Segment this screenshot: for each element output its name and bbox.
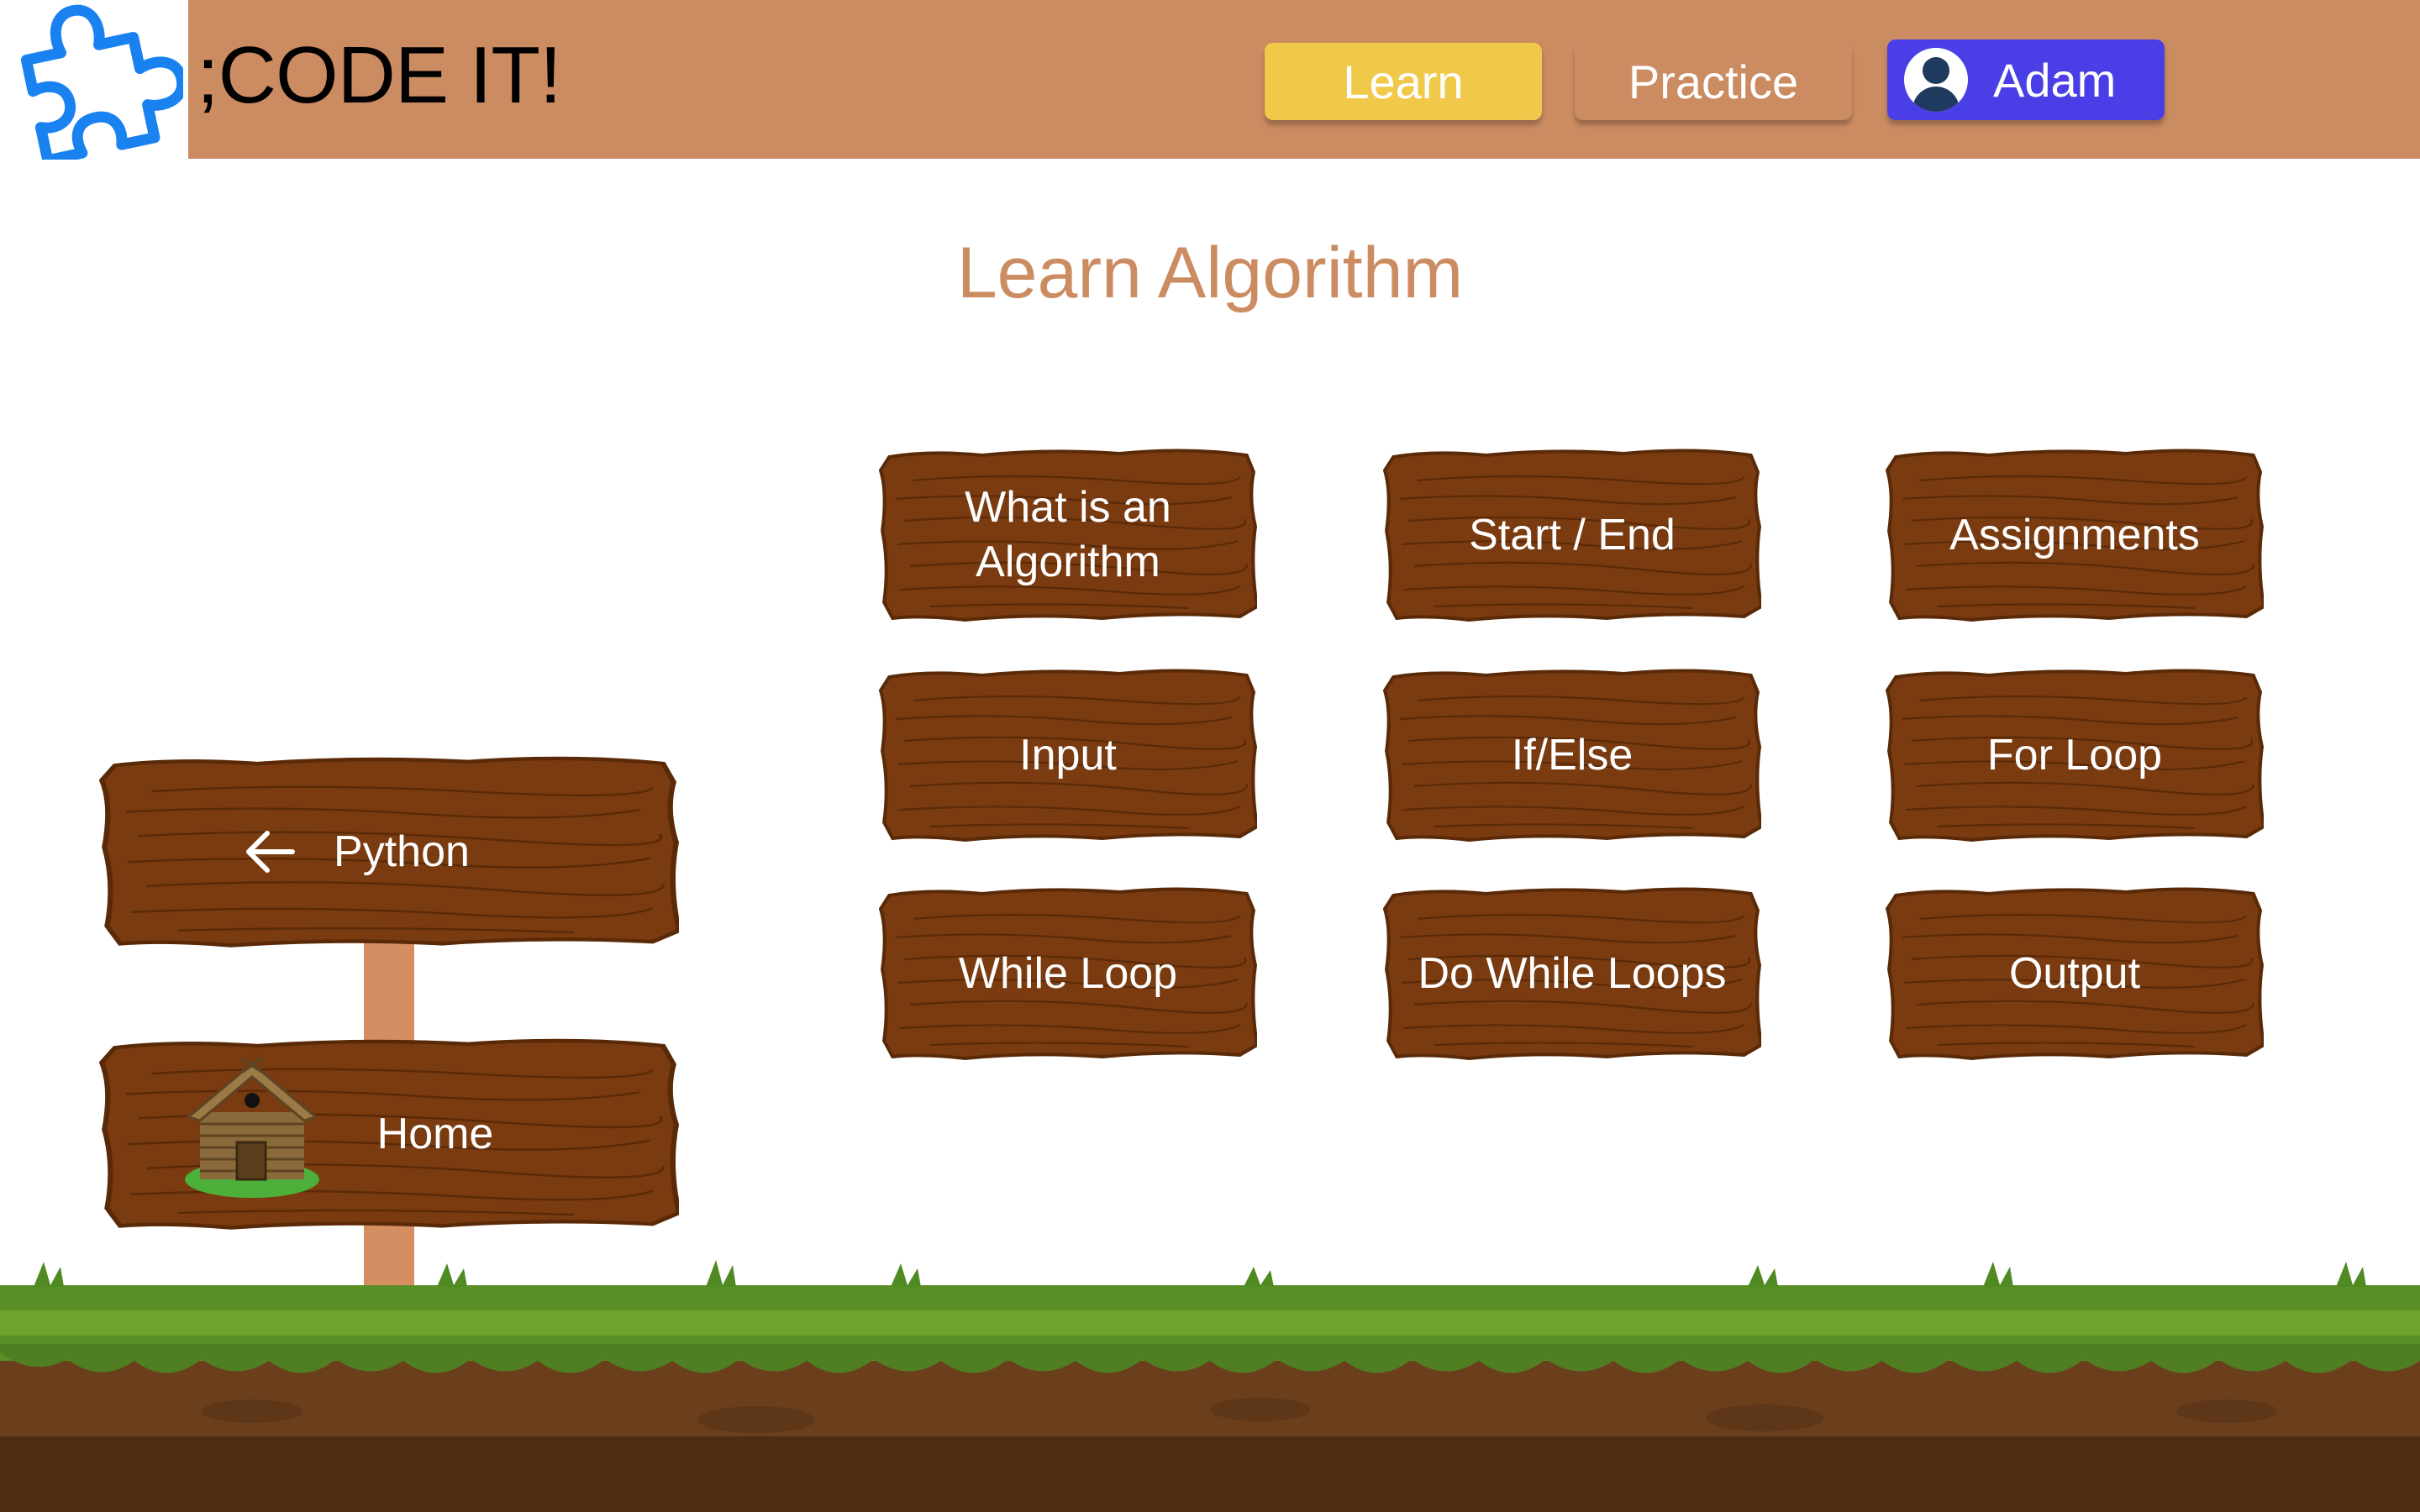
- topic-what-is-an-algorithm[interactable]: What is an Algorithm: [879, 447, 1257, 623]
- user-name: Adam: [1993, 53, 2117, 107]
- topic-label: For Loop: [1986, 730, 2163, 780]
- topic-label: If/Else: [1511, 730, 1634, 780]
- cabin-icon: [185, 1057, 319, 1198]
- user-profile-button[interactable]: Adam: [1887, 39, 2165, 120]
- nav-practice-button[interactable]: Practice: [1575, 43, 1852, 120]
- back-sign-label: Python: [334, 827, 470, 876]
- topic-start-end[interactable]: Start / End: [1383, 447, 1761, 623]
- puzzle-logo-icon: [20, 4, 183, 160]
- topic-if-else[interactable]: If/Else: [1383, 667, 1761, 843]
- topic-label: Assignments: [1949, 510, 2200, 559]
- page-title: Learn Algorithm: [956, 233, 1464, 313]
- logo[interactable]: [0, 0, 188, 160]
- brand-title[interactable]: ;CODE IT!: [197, 35, 562, 116]
- user-avatar-icon: [1904, 48, 1968, 112]
- topic-label: Output: [2008, 948, 2141, 998]
- topic-label: While Loop: [958, 948, 1178, 998]
- grass-ground: [0, 1260, 2420, 1512]
- home-sign[interactable]: Home: [99, 1037, 679, 1231]
- nav-learn-button[interactable]: Learn: [1265, 43, 1542, 120]
- topic-label: What is an Algorithm: [965, 483, 1171, 586]
- topic-while-loop[interactable]: While Loop: [879, 885, 1257, 1062]
- topic-for-loop[interactable]: For Loop: [1886, 667, 2264, 843]
- topic-label: Input: [1019, 730, 1117, 780]
- topic-do-while-loops[interactable]: Do While Loops: [1383, 885, 1761, 1062]
- topic-assignments[interactable]: Assignments: [1886, 447, 2264, 623]
- topic-label: Start / End: [1469, 510, 1676, 559]
- topic-input[interactable]: Input: [879, 667, 1257, 843]
- topic-label: Do While Loops: [1418, 948, 1727, 998]
- back-python-sign[interactable]: Python: [99, 754, 679, 949]
- home-sign-label: Home: [376, 1109, 494, 1158]
- back-arrow-icon: [246, 831, 295, 873]
- topic-output[interactable]: Output: [1886, 885, 2264, 1062]
